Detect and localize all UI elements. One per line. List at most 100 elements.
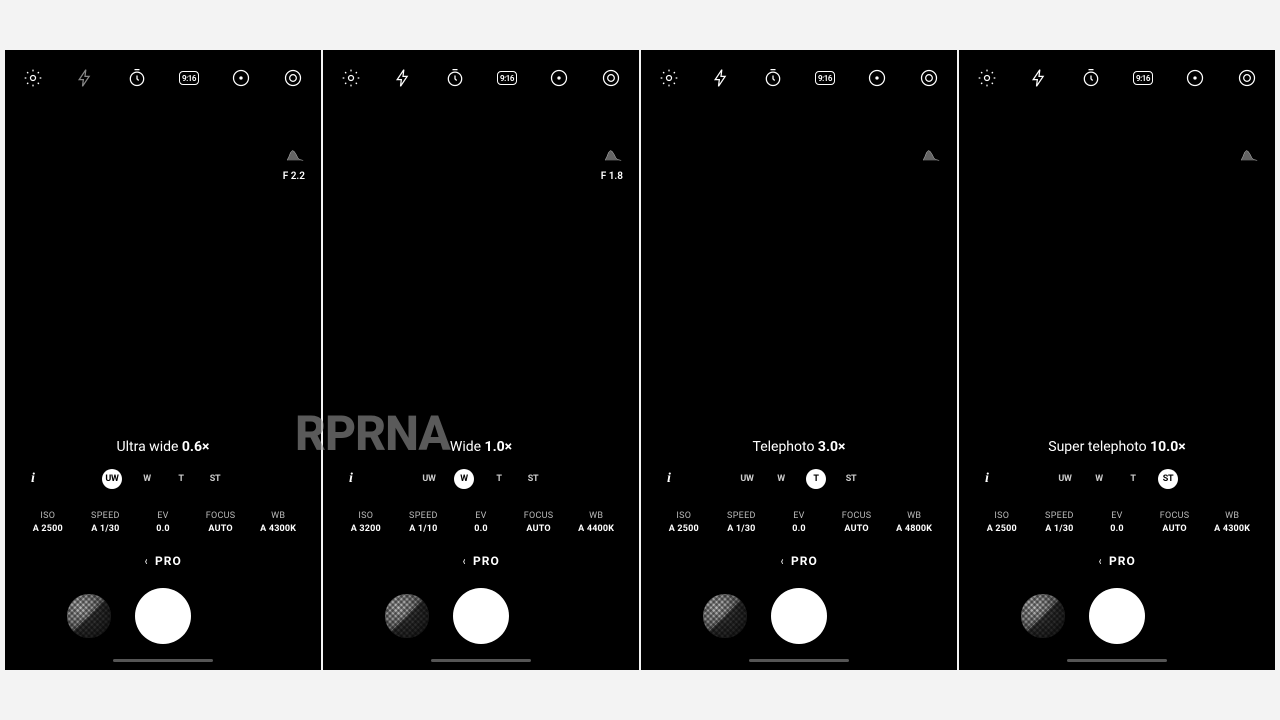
param-iso[interactable]: ISO A 2500 <box>655 511 713 534</box>
gallery-thumbnail[interactable] <box>1021 594 1065 638</box>
gallery-thumbnail[interactable] <box>703 594 747 638</box>
param-iso[interactable]: ISO A 3200 <box>337 511 395 534</box>
param-ev[interactable]: EV 0.0 <box>1088 511 1146 534</box>
param-wb-value: A 4400K <box>567 524 625 534</box>
lens-button-w[interactable]: W <box>138 470 156 488</box>
param-ev-label: EV <box>134 511 192 521</box>
aperture-value: F 2.2 <box>283 171 305 182</box>
param-wb[interactable]: WB A 4300K <box>249 511 307 534</box>
histogram-icon[interactable] <box>1241 146 1259 165</box>
param-speed-value: A 1/30 <box>713 524 771 534</box>
metering-icon[interactable] <box>549 68 569 88</box>
param-focus[interactable]: FOCUS AUTO <box>510 511 568 534</box>
settings-icon[interactable] <box>23 68 43 88</box>
aspect-ratio-icon[interactable]: 9:16 <box>179 68 199 88</box>
param-focus[interactable]: FOCUS AUTO <box>192 511 250 534</box>
filter-icon[interactable] <box>601 68 621 88</box>
lens-button-uw[interactable]: UW <box>420 470 438 488</box>
mode-selector[interactable]: ‹ PRO <box>323 554 639 568</box>
info-icon[interactable]: i <box>667 471 671 487</box>
param-wb[interactable]: WB A 4400K <box>567 511 625 534</box>
histogram-icon[interactable] <box>923 146 941 165</box>
param-wb[interactable]: WB A 4800K <box>885 511 943 534</box>
timer-icon[interactable] <box>445 68 465 88</box>
viewfinder-area[interactable] <box>959 98 1275 439</box>
lens-button-uw[interactable]: UW <box>1056 470 1074 488</box>
param-ev[interactable]: EV 0.0 <box>452 511 510 534</box>
param-iso-value: A 2500 <box>655 524 713 534</box>
flash-icon[interactable] <box>75 68 95 88</box>
lens-button-uw[interactable]: UW <box>738 470 756 488</box>
param-ev[interactable]: EV 0.0 <box>134 511 192 534</box>
timer-icon[interactable] <box>763 68 783 88</box>
lens-button-t[interactable]: T <box>806 469 826 489</box>
settings-icon[interactable] <box>341 68 361 88</box>
info-icon[interactable]: i <box>985 471 989 487</box>
param-iso-value: A 3200 <box>337 524 395 534</box>
info-icon[interactable]: i <box>349 471 353 487</box>
viewfinder-area[interactable] <box>323 98 639 439</box>
mode-label: PRO <box>473 554 500 568</box>
param-wb-label: WB <box>1203 511 1261 521</box>
param-wb-value: A 4300K <box>249 524 307 534</box>
lens-button-st[interactable]: ST <box>206 470 224 488</box>
lens-button-t[interactable]: T <box>172 470 190 488</box>
param-focus[interactable]: FOCUS AUTO <box>828 511 886 534</box>
histogram-icon[interactable] <box>283 146 305 165</box>
shutter-button[interactable] <box>135 588 191 644</box>
flash-icon[interactable] <box>1029 68 1049 88</box>
lens-button-st[interactable]: ST <box>1158 469 1178 489</box>
lens-button-st[interactable]: ST <box>524 470 542 488</box>
param-iso[interactable]: ISO A 2500 <box>19 511 77 534</box>
lens-button-w[interactable]: W <box>454 469 474 489</box>
aspect-ratio-icon[interactable]: 9:16 <box>497 68 517 88</box>
param-focus[interactable]: FOCUS AUTO <box>1146 511 1204 534</box>
histogram-aperture-block <box>923 146 941 165</box>
settings-icon[interactable] <box>659 68 679 88</box>
aspect-ratio-icon[interactable]: 9:16 <box>1133 68 1153 88</box>
param-speed-label: SPEED <box>1031 511 1089 521</box>
lens-button-t[interactable]: T <box>1124 470 1142 488</box>
metering-icon[interactable] <box>231 68 251 88</box>
info-icon[interactable]: i <box>31 471 35 487</box>
timer-icon[interactable] <box>1081 68 1101 88</box>
viewfinder-area[interactable] <box>641 98 957 439</box>
param-wb[interactable]: WB A 4300K <box>1203 511 1261 534</box>
lens-button-w[interactable]: W <box>772 470 790 488</box>
mode-selector[interactable]: ‹ PRO <box>959 554 1275 568</box>
param-speed[interactable]: SPEED A 1/30 <box>1031 511 1089 534</box>
shutter-button[interactable] <box>1089 588 1145 644</box>
timer-icon[interactable] <box>127 68 147 88</box>
param-speed[interactable]: SPEED A 1/30 <box>77 511 135 534</box>
lens-button-t[interactable]: T <box>490 470 508 488</box>
settings-icon[interactable] <box>977 68 997 88</box>
filter-icon[interactable] <box>283 68 303 88</box>
mode-selector[interactable]: ‹ PRO <box>641 554 957 568</box>
param-iso-label: ISO <box>337 511 395 521</box>
lens-button-w[interactable]: W <box>1090 470 1108 488</box>
param-ev[interactable]: EV 0.0 <box>770 511 828 534</box>
filter-icon[interactable] <box>919 68 939 88</box>
gallery-thumbnail[interactable] <box>67 594 111 638</box>
metering-icon[interactable] <box>1185 68 1205 88</box>
param-iso[interactable]: ISO A 2500 <box>973 511 1031 534</box>
shutter-button[interactable] <box>771 588 827 644</box>
lens-button-uw[interactable]: UW <box>102 469 122 489</box>
param-speed-label: SPEED <box>713 511 771 521</box>
histogram-icon[interactable] <box>601 146 623 165</box>
gallery-thumbnail[interactable] <box>385 594 429 638</box>
flash-icon[interactable] <box>711 68 731 88</box>
metering-icon[interactable] <box>867 68 887 88</box>
lens-button-st[interactable]: ST <box>842 470 860 488</box>
viewfinder-area[interactable] <box>5 98 321 439</box>
filter-icon[interactable] <box>1237 68 1257 88</box>
param-speed-label: SPEED <box>77 511 135 521</box>
shutter-button[interactable] <box>453 588 509 644</box>
lens-name-text: Telephoto <box>753 439 818 455</box>
param-wb-label: WB <box>567 511 625 521</box>
param-speed[interactable]: SPEED A 1/30 <box>713 511 771 534</box>
flash-icon[interactable] <box>393 68 413 88</box>
param-speed[interactable]: SPEED A 1/10 <box>395 511 453 534</box>
mode-selector[interactable]: ‹ PRO <box>5 554 321 568</box>
aspect-ratio-icon[interactable]: 9:16 <box>815 68 835 88</box>
